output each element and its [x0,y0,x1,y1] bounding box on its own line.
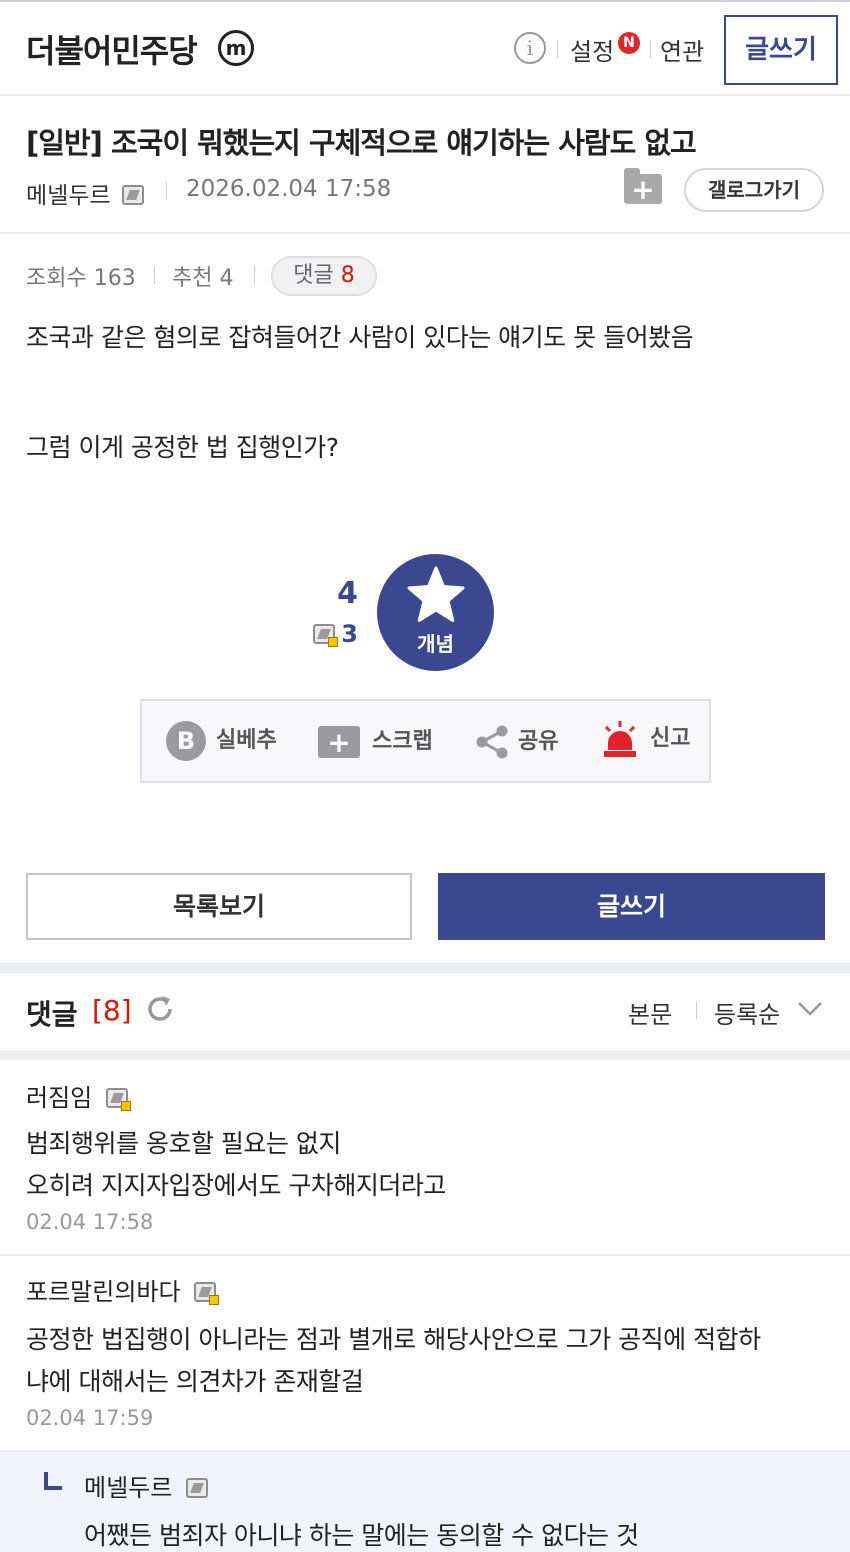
fixed-recommend: 3 [300,620,358,648]
info-icon[interactable]: i [514,32,546,64]
post-header: [일반] 조국이 뭐했는지 구체적으로 얘기하는 사람도 없고 메넬두르 202… [0,96,850,234]
minor-gallery-badge: m [218,30,254,66]
b-icon: B [166,721,206,761]
post-date: 2026.02.04 17:58 [186,176,392,202]
recommend-button[interactable]: 개념 [377,554,494,671]
view-count: 조회수 163 [26,266,136,291]
siren-icon [604,721,636,757]
chevron-down-icon[interactable] [796,997,824,1021]
scrap-button[interactable]: + 스크랩 [318,723,433,759]
reply-text: 어쨌든 범죄자 아니냐 하는 말에는 동의할 수 없다는 것 [84,1521,639,1550]
divider [154,266,155,284]
silbe-label: 실베추 [216,728,277,753]
comment-author[interactable]: 러짐임 [26,1078,131,1113]
comments-title: 댓글 [26,998,78,1031]
reply-author[interactable]: 메넬두르 [84,1468,208,1503]
gallog-button[interactable]: 갤로그가기 [684,168,824,212]
comments-sort-select[interactable]: 등록순 [714,995,780,1030]
silbe-button[interactable]: B 실베추 [166,721,277,761]
action-bar: B 실베추 + 스크랩 공유 신고 [140,699,711,783]
share-button[interactable]: 공유 [474,723,558,760]
settings-button[interactable]: 설정 [570,32,614,67]
fixed-member-icon [185,1478,208,1498]
scrap-icon: + [318,726,360,759]
fixed-member-icon [121,185,144,205]
comment-text-line: 오히려 지지자입장에서도 구차해지더라고 [26,1171,446,1200]
divider [650,40,651,58]
star-icon [407,566,465,622]
section-divider [0,1051,850,1060]
comment-author[interactable]: 포르말린의바다 [26,1272,220,1307]
reply-arrow-icon [44,1472,62,1490]
related-button[interactable]: 연관 [660,32,704,67]
reply-item: 메넬두르 어쨌든 범죄자 아니냐 하는 말에는 동의할 수 없다는 것 [0,1452,850,1552]
post-body-line: 그럼 이게 공정한 법 집행인가? [26,433,339,462]
comments-header: 댓글 [8] 본문 등록순 [0,973,850,1051]
divider [557,40,558,58]
comment-pill-label: 댓글 [293,263,334,288]
report-label: 신고 [650,726,691,751]
refresh-icon[interactable] [144,993,176,1025]
new-badge: N [618,32,640,54]
share-icon [476,725,508,759]
comment-item: 포르말린의바다 공정한 법집행이 아니라는 점과 별개로 해당사안으로 그가 공… [0,1256,850,1452]
comment-text-line: 범죄행위를 옹호할 필요는 없지 [26,1129,341,1158]
section-divider [0,963,850,973]
fixed-member-icon [105,1088,131,1111]
comment-author-name: 러짐임 [26,1084,93,1112]
recommend-label: 개념 [417,632,454,656]
comment-text-line: 냐에 대해서는 의견차가 존재할걸 [26,1367,364,1396]
list-button[interactable]: 목록보기 [26,873,412,940]
divider [254,266,255,284]
top-bar: 더불어민주당 m i 설정 N 연관 글쓰기 [0,0,850,96]
comments-count: [8] [92,994,132,1027]
gallery-name[interactable]: 더불어민주당 [26,26,198,72]
scrap-label: 스크랩 [372,729,433,754]
scrap-icon[interactable]: + [624,168,662,206]
comment-item: 러짐임 범죄행위를 옹호할 필요는 없지 오히려 지지자입장에서도 구차해지더라… [0,1060,850,1256]
fixed-member-icon [194,1282,220,1305]
divider [166,182,167,200]
comment-count-pill[interactable]: 댓글 8 [271,256,377,296]
comment-date: 02.04 17:59 [26,1406,154,1430]
share-label: 공유 [518,729,559,754]
author-name: 메넬두르 [26,183,111,209]
top-write-button[interactable]: 글쓰기 [724,15,838,85]
comment-pill-count: 8 [340,263,355,288]
post-author[interactable]: 메넬두르 [26,176,144,210]
fixed-recommend-count: 3 [341,620,358,648]
report-button[interactable]: 신고 [600,719,690,759]
divider [696,1001,697,1019]
recommend-count: 추천 4 [172,266,234,291]
comments-tab-body[interactable]: 본문 [628,995,672,1030]
reply-author-name: 메넬두르 [84,1474,173,1502]
fixed-member-icon [313,624,339,647]
post-title: [일반] 조국이 뭐했는지 구체적으로 얘기하는 사람도 없고 [26,126,697,160]
comment-text-line: 공정한 법집행이 아니라는 점과 별개로 해당사안으로 그가 공직에 적합하 [26,1325,761,1354]
comment-date: 02.04 17:58 [26,1210,154,1234]
recommend-total: 4 [337,576,358,611]
post-body-line: 조국과 같은 혐의로 잡혀들어간 사람이 있다는 얘기도 못 들어봤음 [26,323,694,352]
write-button[interactable]: 글쓰기 [438,873,825,940]
comment-author-name: 포르말린의바다 [26,1278,181,1306]
